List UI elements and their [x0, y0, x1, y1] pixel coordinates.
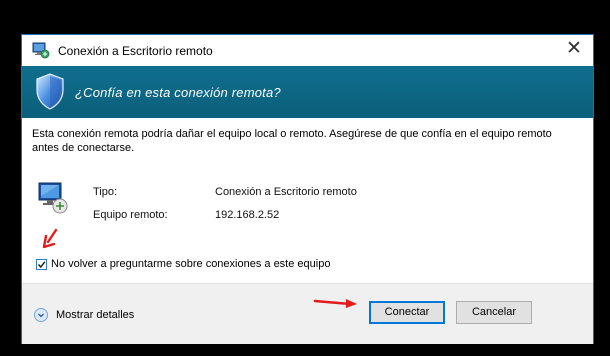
- checkmark-icon: [37, 261, 46, 269]
- chevron-down-icon: [34, 308, 48, 322]
- shield-icon: [36, 73, 64, 110]
- checkbox-annotation-arrow-icon: [42, 228, 58, 249]
- dialog-footer: Mostrar detalles Conectar Cancelar: [22, 283, 593, 344]
- dont-ask-label[interactable]: No volver a preguntarme sobre conexiones…: [51, 258, 330, 270]
- close-button[interactable]: ✕: [553, 35, 593, 66]
- title-bar: Conexión a Escritorio remoto ✕: [22, 35, 593, 66]
- warning-banner: ¿Confía en esta conexión remota?: [22, 66, 593, 118]
- remote-computer-label: Equipo remoto:: [93, 209, 168, 221]
- close-icon: ✕: [566, 38, 582, 59]
- connect-annotation-arrow-icon: [313, 299, 357, 308]
- type-value: Conexión a Escritorio remoto: [215, 186, 357, 198]
- content-area: Esta conexión remota podría dañar el equ…: [22, 118, 593, 283]
- cancel-button[interactable]: Cancelar: [456, 301, 532, 324]
- type-label: Tipo:: [93, 186, 118, 198]
- remote-desktop-icon: [32, 42, 50, 59]
- show-details-label: Mostrar detalles: [56, 309, 135, 321]
- remote-computer-icon: [38, 182, 68, 214]
- remote-desktop-dialog: Conexión a Escritorio remoto ✕ ¿Confía e…: [21, 34, 594, 344]
- banner-question: ¿Confía en esta conexión remota?: [75, 85, 281, 100]
- warning-message: Esta conexión remota podría dañar el equ…: [32, 128, 552, 154]
- window-title: Conexión a Escritorio remoto: [58, 44, 213, 58]
- remote-computer-value: 192.168.2.52: [215, 209, 280, 221]
- dont-ask-checkbox[interactable]: [36, 259, 47, 270]
- connect-button[interactable]: Conectar: [369, 301, 445, 324]
- show-details-button[interactable]: Mostrar detalles: [34, 307, 164, 325]
